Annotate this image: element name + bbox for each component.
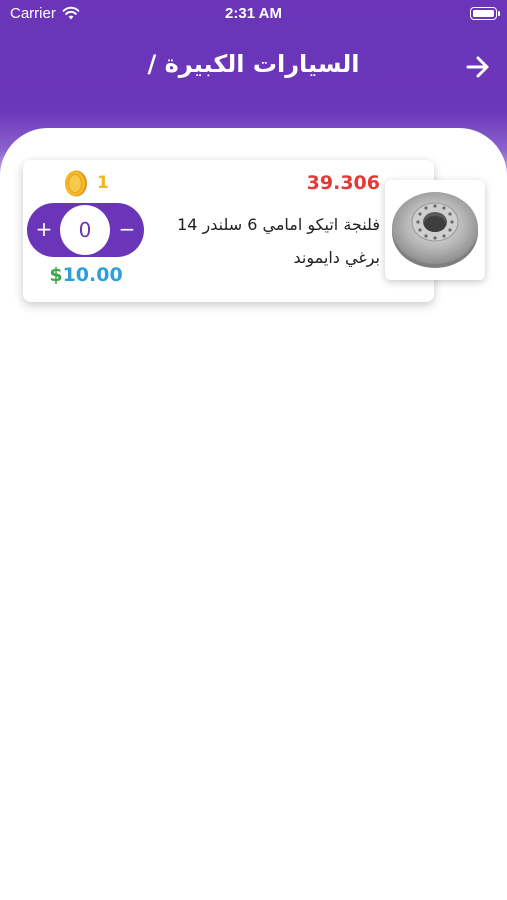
- battery-icon: [470, 7, 500, 20]
- product-name: فلنجة اتيكو امامي 6 سلندر 14 برغي دايمون…: [177, 215, 380, 267]
- coin-count: 1: [97, 173, 109, 193]
- quantity-value: 0: [60, 205, 110, 255]
- product-price: 39.306: [306, 172, 380, 194]
- page-title: السيارات الكبيرة /: [147, 50, 360, 78]
- status-bar: Carrier 2:31 AM: [0, 0, 507, 30]
- product-image[interactable]: [385, 180, 485, 280]
- coin-icon: [65, 170, 87, 197]
- status-time: 2:31 AM: [225, 5, 282, 22]
- usd-symbol: $: [49, 264, 63, 286]
- back-arrow-icon[interactable]: [465, 54, 491, 80]
- decrease-button[interactable]: −: [110, 203, 144, 257]
- usd-price: $10.00: [30, 264, 142, 286]
- increase-button[interactable]: +: [27, 203, 61, 257]
- quantity-stepper: + 0 −: [27, 203, 144, 257]
- brake-disc-image: [392, 192, 478, 268]
- nav-bar: السيارات الكبيرة /: [0, 40, 507, 96]
- usd-amount: 10.00: [62, 264, 123, 286]
